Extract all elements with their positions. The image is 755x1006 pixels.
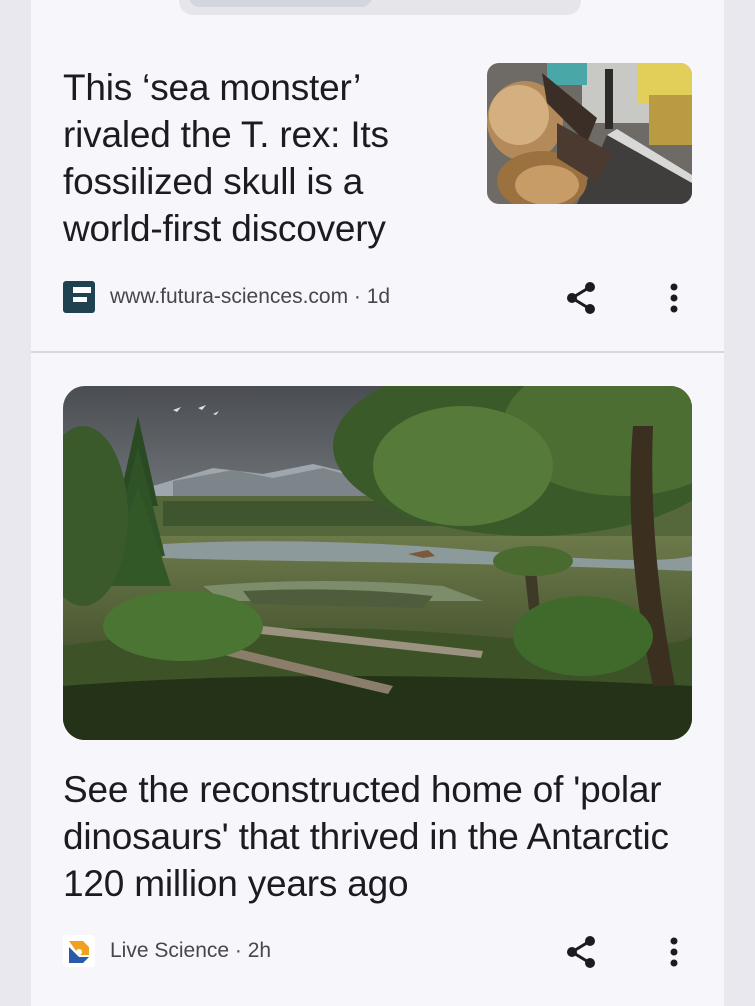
more-options-button[interactable] bbox=[652, 276, 696, 320]
article-meta: Live Science · 2h bbox=[63, 935, 271, 967]
meta-separator: · bbox=[229, 939, 248, 962]
share-button[interactable] bbox=[559, 276, 603, 320]
chip-selected[interactable] bbox=[189, 0, 372, 7]
source-name[interactable]: www.futura-sciences.com bbox=[110, 285, 348, 309]
chip-bar bbox=[179, 0, 581, 15]
article-age: 2h bbox=[247, 939, 272, 962]
article-thumbnail[interactable] bbox=[487, 63, 692, 204]
more-vert-icon bbox=[670, 283, 678, 313]
more-vert-icon bbox=[670, 937, 678, 967]
article-card[interactable]: This ‘sea monster’ rivaled the T. rex: I… bbox=[31, 40, 724, 353]
article-meta: www.futura-sciences.com · 1d bbox=[63, 281, 390, 313]
news-feed: This ‘sea monster’ rivaled the T. rex: I… bbox=[31, 0, 724, 1006]
live-science-logo-icon bbox=[63, 935, 95, 967]
share-icon bbox=[567, 282, 595, 314]
futura-logo-icon bbox=[63, 281, 95, 313]
share-button[interactable] bbox=[559, 930, 603, 974]
article-headline[interactable]: This ‘sea monster’ rivaled the T. rex: I… bbox=[63, 64, 448, 252]
meta-separator: · bbox=[348, 285, 367, 308]
article-headline[interactable]: See the reconstructed home of 'polar din… bbox=[63, 766, 703, 907]
more-options-button[interactable] bbox=[652, 930, 696, 974]
article-age: 1d bbox=[366, 285, 391, 308]
share-icon bbox=[567, 936, 595, 968]
article-hero-image[interactable] bbox=[63, 386, 692, 740]
source-name[interactable]: Live Science bbox=[110, 939, 229, 963]
article-card[interactable]: See the reconstructed home of 'polar din… bbox=[31, 353, 724, 1006]
